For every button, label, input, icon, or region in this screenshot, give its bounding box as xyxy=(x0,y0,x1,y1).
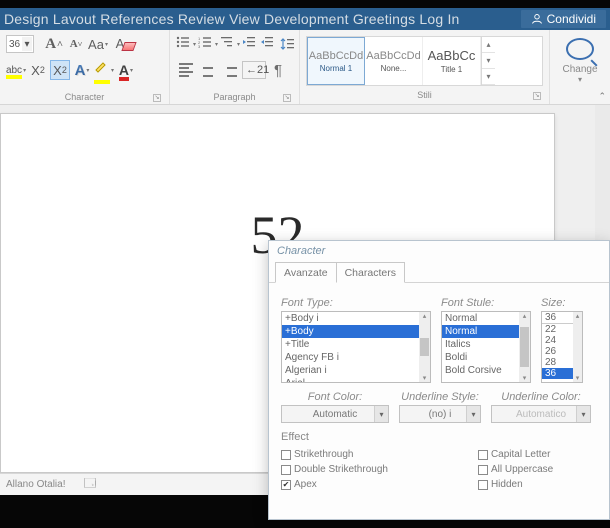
style-item-none[interactable]: AaBbCcDd None... xyxy=(365,37,423,85)
list-item[interactable]: Agency FB i xyxy=(282,351,430,364)
shrink-font-button[interactable]: A˅ xyxy=(66,34,86,54)
scrollbar[interactable]: ▴▾ xyxy=(519,312,530,382)
ribbon: 36 ▾ A˄ A˅ Aa▾ A abc▾ X2 X2 AA▾ ▾ xyxy=(0,30,610,105)
dialog-launcher-icon[interactable]: ↘ xyxy=(283,94,291,102)
highlight-color-button[interactable]: ▾ xyxy=(94,60,114,80)
multilevel-list-button[interactable]: ▾ xyxy=(220,34,240,54)
dialog-launcher-icon[interactable]: ↘ xyxy=(533,92,541,100)
numbering-button[interactable]: 123▾ xyxy=(198,34,218,54)
line-spacing-button[interactable] xyxy=(280,34,296,54)
check-double-strikethrough[interactable]: Double Strikethrough xyxy=(281,464,388,475)
list-item[interactable]: Boldi xyxy=(442,351,530,364)
style-item-title[interactable]: AaBbCc Title 1 xyxy=(423,37,481,85)
chevron-down-icon[interactable]: ▾ xyxy=(374,406,388,422)
menubar: Design Lavout References Review View Dev… xyxy=(0,8,610,30)
superscript-button[interactable]: X2 xyxy=(50,60,70,80)
font-type-listbox[interactable]: +Body i +Body +Title Agency FB i Algeria… xyxy=(281,311,431,383)
check-apex[interactable]: ✔Apex xyxy=(281,479,388,490)
collapse-ribbon-button[interactable]: ⌃ xyxy=(598,91,606,102)
clear-formatting-button[interactable]: A xyxy=(110,34,130,54)
list-item[interactable]: +Title xyxy=(282,338,430,351)
dialog-title: Character xyxy=(269,241,609,261)
ribbon-group-character: 36 ▾ A˄ A˅ Aa▾ A abc▾ X2 X2 AA▾ ▾ xyxy=(0,30,170,104)
font-color-combo[interactable]: Automatic▾ xyxy=(281,405,389,423)
check-hidden[interactable]: Hidden xyxy=(478,479,553,490)
highlighter-icon xyxy=(94,60,110,76)
list-item[interactable]: Bold Corsive xyxy=(442,364,530,377)
list-item[interactable]: Normal xyxy=(442,325,530,338)
list-item[interactable]: +Body xyxy=(282,325,430,338)
calendar-icon[interactable]: 🗔 xyxy=(83,474,96,495)
tab-avanzate[interactable]: Avanzate xyxy=(275,262,337,283)
dialog-tabs: Avanzate Characters xyxy=(269,261,609,283)
group-label-paragraph: Paragraph↘ xyxy=(176,90,293,104)
label-font-type: Font Type: xyxy=(281,297,431,309)
chevron-down-icon[interactable]: ▾ xyxy=(466,406,480,422)
group-label-styles: Stili↘ xyxy=(306,88,543,102)
style-item-normal[interactable]: AaBbCcDd Normal 1 xyxy=(307,37,365,85)
text-effects-button[interactable]: AA▾ xyxy=(72,60,92,80)
share-label: Condividi xyxy=(547,12,596,26)
menubar-items[interactable]: Design Lavout References Review View Dev… xyxy=(4,11,521,27)
status-language[interactable]: Allano Otalia! xyxy=(6,479,65,490)
align-left-button[interactable] xyxy=(176,60,196,80)
ribbon-group-paragraph: ▾ 123▾ ▾ ←21 ¶ Paragraph↘ xyxy=(170,30,300,104)
show-marks-button[interactable]: ¶ xyxy=(268,60,288,80)
chevron-down-icon[interactable]: ▾ xyxy=(22,37,32,51)
increase-indent-button[interactable] xyxy=(260,34,276,54)
find-replace-button[interactable]: Change ▾ xyxy=(556,38,604,84)
check-all-uppercase[interactable]: All Uppercase xyxy=(478,464,553,475)
tab-characters[interactable]: Characters xyxy=(336,262,405,283)
font-color-button[interactable]: A▾ xyxy=(116,60,136,80)
share-button[interactable]: Condividi xyxy=(521,10,606,28)
scrollbar[interactable]: ▴▾ xyxy=(419,312,430,382)
decrease-indent-button[interactable] xyxy=(242,34,258,54)
bullets-button[interactable]: ▾ xyxy=(176,34,196,54)
label-size: Size: xyxy=(541,297,583,309)
align-center-button[interactable] xyxy=(198,60,218,80)
label-font-color: Font Color: xyxy=(281,391,389,403)
svg-text:3: 3 xyxy=(198,44,201,49)
font-size-value: 36 xyxy=(9,39,20,50)
scrollbar[interactable]: ▴▾ xyxy=(573,312,582,382)
styles-gallery-more[interactable]: ▴▾▾ xyxy=(481,37,495,85)
list-item[interactable]: Arial xyxy=(282,377,430,383)
user-icon xyxy=(531,13,543,25)
group-label-character: Character↘ xyxy=(6,90,163,104)
change-case-button[interactable]: Aa▾ xyxy=(88,34,108,54)
label-underline-style: Underline Style: xyxy=(399,391,481,403)
subscript-button[interactable]: X2 xyxy=(28,60,48,80)
dialog-launcher-icon[interactable]: ↘ xyxy=(153,94,161,102)
list-item[interactable]: Algerian i xyxy=(282,364,430,377)
underline-color-combo[interactable]: Automatico▾ xyxy=(491,405,591,423)
character-dialog: Character Avanzate Characters Font Type:… xyxy=(268,240,610,520)
label-font-style: Font Stule: xyxy=(441,297,531,309)
list-item[interactable]: Italics xyxy=(442,338,530,351)
chevron-down-icon[interactable]: ▾ xyxy=(576,406,590,422)
label-effect: Effect xyxy=(281,431,597,443)
search-icon xyxy=(566,38,594,60)
align-right-button[interactable] xyxy=(220,60,240,80)
indent-value[interactable]: ←21 xyxy=(242,61,266,79)
ribbon-group-styles: AaBbCcDd Normal 1 AaBbCcDd None... AaBbC… xyxy=(300,30,550,104)
font-size-combo[interactable]: 36 ▾ xyxy=(6,35,34,53)
grow-font-button[interactable]: A˄ xyxy=(44,34,64,54)
underline-style-combo[interactable]: (no) i▾ xyxy=(399,405,481,423)
styles-gallery: AaBbCcDd Normal 1 AaBbCcDd None... AaBbC… xyxy=(306,36,543,86)
font-style-listbox[interactable]: Normal Normal Italics Boldi Bold Corsive… xyxy=(441,311,531,383)
label-underline-color: Underline Color: xyxy=(491,391,591,403)
check-capital-letter[interactable]: Capital Letter xyxy=(478,449,553,460)
size-listbox[interactable]: 36 22 24 26 28 36 ▴▾ xyxy=(541,311,583,383)
highlight-button[interactable]: abc▾ xyxy=(6,60,26,80)
check-strikethrough[interactable]: Strikethrough xyxy=(281,449,388,460)
